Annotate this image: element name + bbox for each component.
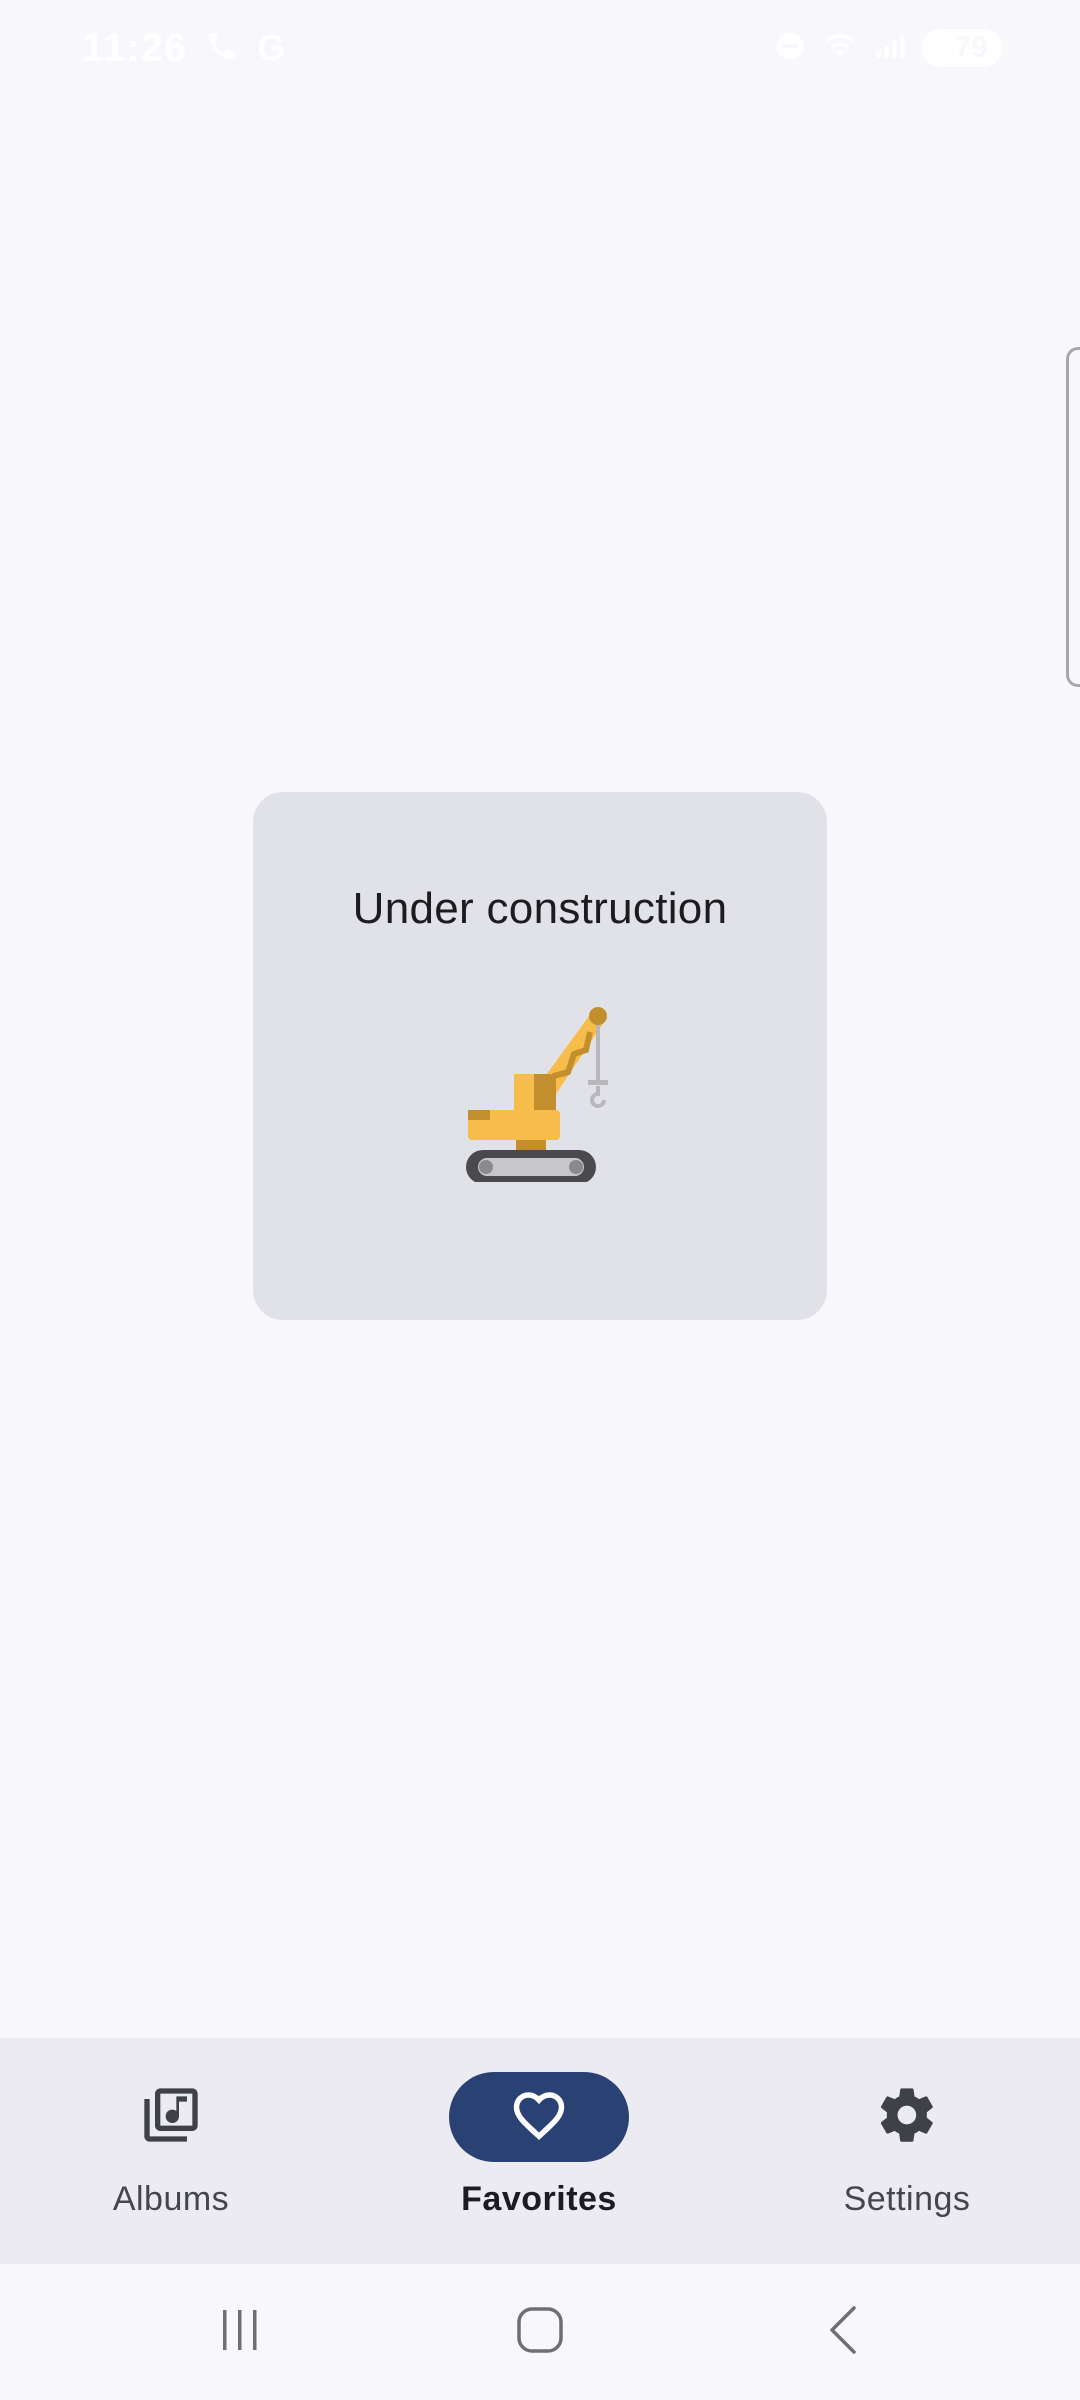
heart-icon bbox=[509, 2085, 569, 2150]
nav-item-albums[interactable]: Albums bbox=[41, 2072, 301, 2242]
battery-indicator: 79 bbox=[922, 29, 1002, 67]
nav-label-settings: Settings bbox=[843, 2180, 971, 2218]
nav-item-settings[interactable]: Settings bbox=[777, 2072, 1037, 2242]
album-library-icon bbox=[139, 2083, 203, 2152]
recent-apps-icon bbox=[216, 2306, 264, 2359]
back-button[interactable] bbox=[764, 2264, 924, 2400]
status-right: 79 bbox=[774, 29, 1002, 67]
bottom-navigation: Albums Favorites Settings bbox=[0, 2038, 1080, 2264]
nav-pill-favorites bbox=[449, 2072, 629, 2162]
nav-label-albums: Albums bbox=[112, 2180, 230, 2218]
home-button[interactable] bbox=[460, 2264, 620, 2400]
edge-panel-handle[interactable] bbox=[1066, 347, 1080, 687]
google-icon: G bbox=[257, 27, 286, 68]
home-icon bbox=[515, 2305, 565, 2360]
status-left: 11:26 G bbox=[82, 26, 285, 71]
status-bar: 11:26 G 79 bbox=[0, 0, 1080, 96]
crane-icon bbox=[464, 992, 614, 1184]
app-screen: 11:26 G 79 Under construction Albums Fav… bbox=[0, 0, 1080, 2400]
dnd-icon bbox=[774, 30, 806, 67]
under-construction-card: Under construction bbox=[253, 792, 827, 1320]
gear-icon bbox=[875, 2083, 939, 2152]
signal-icon bbox=[874, 30, 906, 67]
card-title: Under construction bbox=[352, 884, 728, 933]
nav-pill-settings bbox=[817, 2072, 997, 2162]
system-navigation-bar bbox=[0, 2264, 1080, 2400]
recent-apps-button[interactable] bbox=[160, 2264, 320, 2400]
nav-label-favorites: Favorites bbox=[461, 2180, 617, 2218]
back-icon bbox=[822, 2304, 866, 2361]
wifi-icon bbox=[822, 30, 858, 67]
nav-pill-albums bbox=[81, 2072, 261, 2162]
nav-item-favorites[interactable]: Favorites bbox=[409, 2072, 669, 2242]
call-icon bbox=[205, 29, 239, 68]
status-time: 11:26 bbox=[82, 25, 188, 70]
